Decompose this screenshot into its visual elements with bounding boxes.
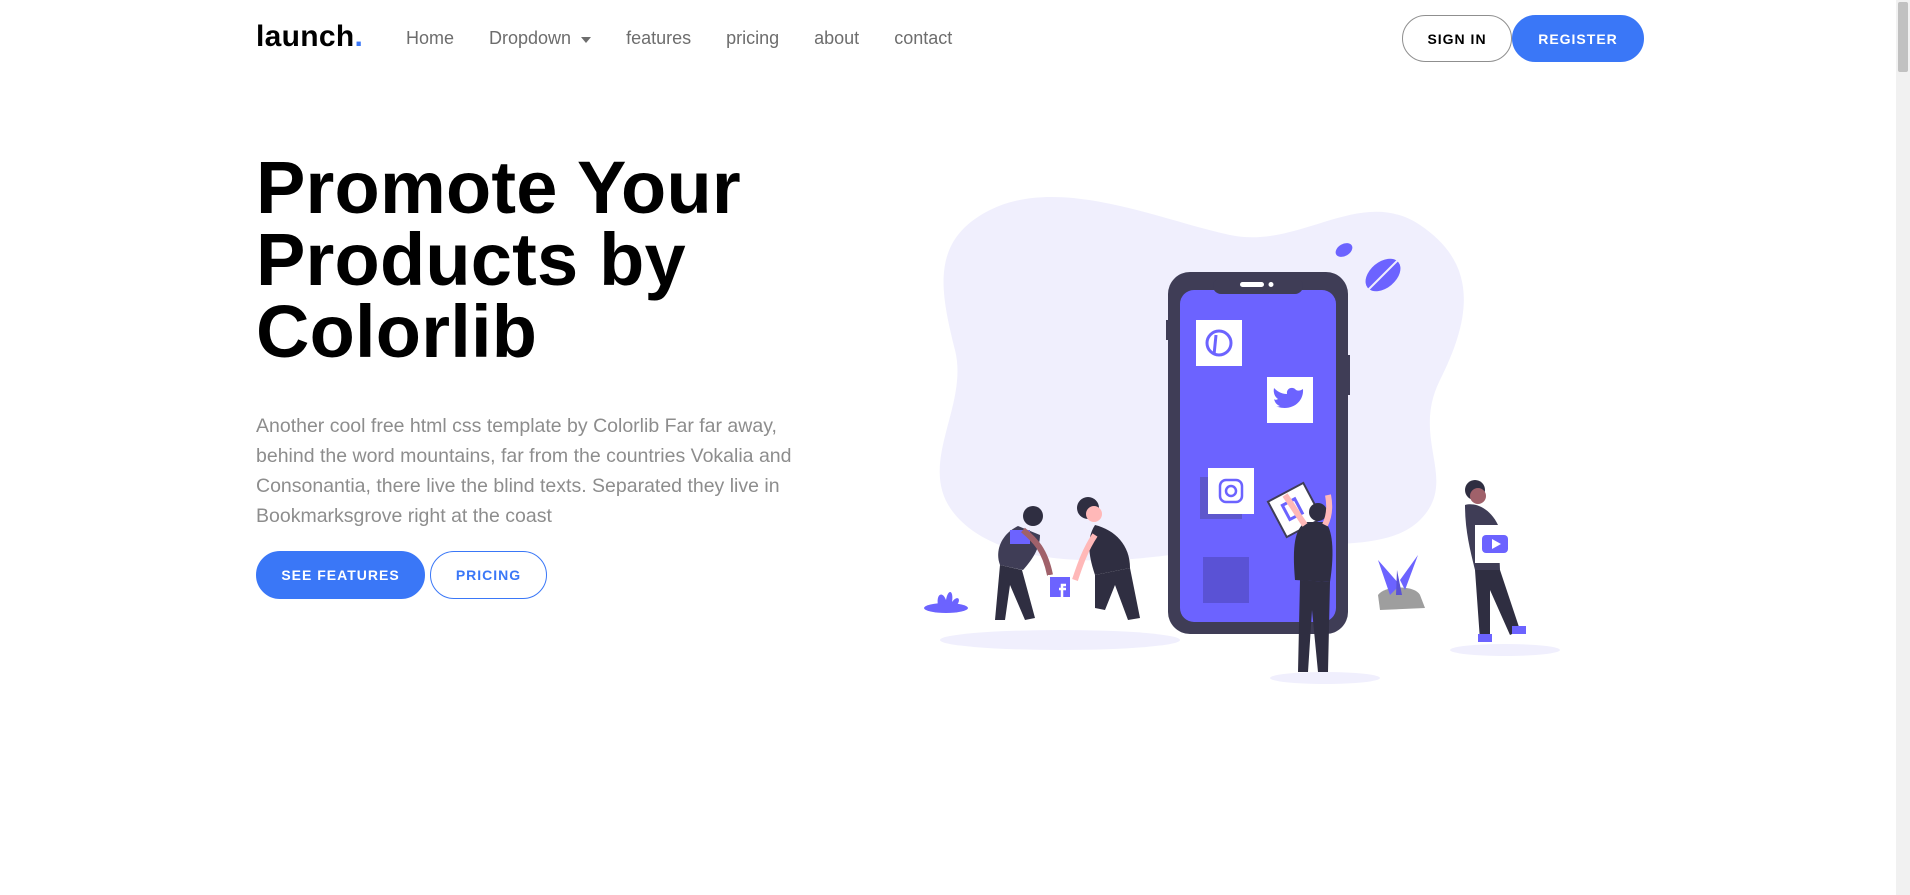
navbar: launch. Home Dropdown features pricing a… (0, 0, 1896, 78)
social-media-phone-illustration (924, 196, 1560, 684)
instagram-icon (1200, 468, 1254, 519)
brand-name: launch (256, 20, 355, 53)
nav-link-dropdown[interactable]: Dropdown (489, 28, 592, 49)
caret-down-icon (581, 36, 592, 43)
pricing-button[interactable]: PRICING (430, 551, 547, 599)
hero-title-line-3: Colorlib (256, 290, 538, 373)
person-with-youtube-illustration (1465, 480, 1526, 642)
hero-description: Another cool free html css template by C… (256, 415, 792, 527)
brand-dot: . (354, 20, 364, 53)
nav-links: Home Dropdown features pricing about con… (406, 28, 987, 49)
nav-link-features[interactable]: features (626, 28, 691, 49)
nav-link-home[interactable]: Home (406, 28, 454, 49)
nav-link-pricing[interactable]: pricing (726, 28, 779, 49)
brand-logo[interactable]: launch. (256, 20, 363, 54)
nav-link-about[interactable]: about (814, 28, 859, 49)
hero-title-line-2: Products by (256, 218, 686, 301)
see-features-button[interactable]: SEE FEATURES (256, 551, 425, 599)
nav-link-dropdown-label: Dropdown (489, 28, 572, 48)
pinterest-icon (1196, 320, 1242, 366)
sign-in-button[interactable]: SIGN IN (1402, 15, 1512, 62)
hero-title: Promote Your Products by Colorlib (256, 151, 816, 369)
rock-plant-icon (1378, 555, 1425, 610)
scrollbar-thumb[interactable] (1898, 2, 1908, 72)
hero-title-line-1: Promote Your (256, 146, 741, 229)
scrollbar[interactable] (1896, 0, 1910, 895)
plant-icon (924, 591, 968, 613)
register-button[interactable]: REGISTER (1512, 15, 1644, 62)
nav-link-contact[interactable]: contact (894, 28, 952, 49)
twitter-icon (1267, 377, 1313, 423)
